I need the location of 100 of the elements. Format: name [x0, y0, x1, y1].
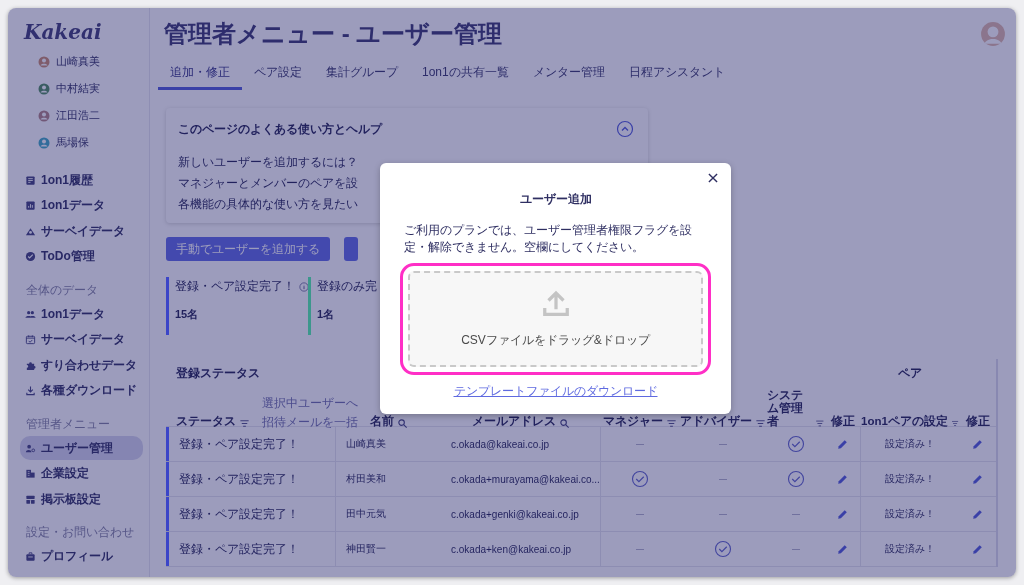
nav-item[interactable]: 企業設定 [20, 461, 143, 486]
avatar-icon [38, 109, 50, 122]
help-question[interactable]: 新しいユーザーを追加するには？ [178, 152, 358, 173]
download-icon [25, 385, 36, 396]
pencil-icon[interactable] [971, 507, 984, 521]
close-icon [706, 171, 720, 185]
column-header: 修正 [965, 415, 990, 429]
email-cell: c.okada+genki@kakeai.co.jp [441, 497, 601, 531]
section-heading: 設定・お問い合わせ [25, 525, 135, 540]
person-name[interactable]: 馬場保 [56, 135, 89, 150]
column-header: アドバイザー [680, 415, 752, 429]
nav-item[interactable]: 1on1履歴 [20, 168, 143, 192]
pair-status-cell-text: 設定済み！ [884, 437, 936, 451]
name-cell-text: 山崎真美 [345, 437, 387, 451]
help-question[interactable]: 各機能の具体的な使い方を見たい [178, 194, 358, 215]
section-heading: 管理者メニュー [25, 416, 111, 432]
name-cell-text: 神田賢一 [345, 542, 387, 556]
nav-item[interactable]: サーベイデータ [20, 327, 143, 352]
upload-icon [540, 288, 571, 318]
status-cell: 登録・ペア設定完了！ [179, 506, 299, 522]
pencil-icon[interactable] [971, 437, 984, 451]
card-count: 1名 [317, 307, 335, 322]
nav-item[interactable]: 各種ダウンロード [20, 378, 143, 403]
name-cell-text: 村田美和 [345, 472, 387, 486]
filter-icon[interactable] [755, 417, 766, 429]
puzzle-icon [25, 359, 36, 371]
board-icon [25, 493, 36, 505]
avatar-icon [38, 136, 50, 149]
tab[interactable]: 集計グループ [314, 58, 410, 90]
card-count: 15名 [175, 307, 199, 322]
column-header: 修正 [831, 415, 855, 429]
nav-item[interactable]: プロフィール [20, 544, 143, 569]
pencil-icon[interactable] [836, 507, 849, 521]
nav-item[interactable]: サーベイデータ [20, 219, 143, 243]
app-logo[interactable]: Kakeai [24, 20, 102, 44]
column-header: システム管理者 [767, 389, 804, 429]
card-label: 登録・ペア設定完了！ [175, 278, 295, 295]
help-title: このページのよくある使い方とヘルプ [178, 120, 382, 138]
section-heading: 全体のデータ [25, 282, 99, 298]
avatar-icon [38, 55, 50, 68]
calendar-icon [25, 334, 36, 345]
dropzone-text: CSVファイルをドラッグ&ドロップ [461, 332, 650, 349]
bulk-action-link[interactable]: 選択中ユーザーへ [262, 397, 358, 412]
column-header: 1on1ペアの設定 [861, 415, 948, 429]
template-download-link[interactable]: テンプレートファイルのダウンロード [453, 382, 658, 400]
column-header: ステータス [176, 415, 236, 429]
status-cell: 登録・ペア設定完了！ [179, 436, 299, 452]
people-icon [25, 308, 36, 320]
user-gear-icon [25, 442, 36, 454]
document-icon [25, 174, 36, 186]
group-header: ペア [897, 367, 923, 381]
pencil-icon[interactable] [971, 472, 984, 486]
tab[interactable]: 追加・修正 [158, 58, 242, 90]
pair-status-cell-text: 設定済み！ [884, 507, 936, 521]
email-cell: c.okada+murayama@kakeai.co... [441, 462, 601, 496]
help-question[interactable]: マネジャーとメンバーのペアを設 [178, 173, 358, 194]
check-circle-icon [25, 251, 36, 262]
chevron-up-icon[interactable] [616, 120, 634, 138]
filter-icon[interactable] [239, 417, 250, 429]
pair-status-cell-text: 設定済み！ [884, 542, 936, 556]
person-name[interactable]: 中村結実 [56, 81, 100, 96]
pencil-icon[interactable] [836, 472, 849, 486]
filter-icon[interactable] [666, 417, 677, 429]
email-cell: c.okada+ken@kakeai.co.jp [441, 532, 601, 566]
pair-status-cell-text: 設定済み！ [884, 472, 936, 486]
name-cell-text: 田中元気 [345, 507, 387, 521]
avatar-icon [980, 21, 1006, 47]
page-title: 管理者メニュー - ユーザー管理 [164, 19, 503, 49]
email-cell: c.okada@kakeai.co.jp [441, 427, 601, 461]
bulk-action-link[interactable]: 招待メールを一括 [262, 416, 358, 431]
filter-icon[interactable] [815, 417, 825, 429]
nav-item[interactable]: 1on1データ [20, 302, 143, 326]
nav-item[interactable]: 1on1データ [20, 193, 143, 218]
search-icon[interactable] [396, 417, 408, 429]
avatar-icon [38, 82, 50, 95]
nav-item[interactable]: すり合わせデータ [20, 353, 143, 377]
pencil-icon[interactable] [836, 542, 849, 556]
dialog-title: ユーザー追加 [519, 191, 592, 208]
chart-icon [25, 200, 36, 211]
group-header: 登録ステータス [175, 367, 261, 381]
column-header: メールアドレス [472, 415, 556, 429]
nav-item[interactable]: ToDo管理 [20, 244, 143, 269]
person-name[interactable]: 山崎真美 [56, 54, 100, 69]
nav-item[interactable]: ユーザー管理 [20, 436, 143, 460]
tab[interactable]: ペア設定 [242, 58, 314, 90]
status-cell: 登録・ペア設定完了！ [179, 471, 299, 487]
tab[interactable]: 1on1の共有一覧 [410, 58, 521, 90]
card-label: 登録のみ完 [317, 278, 377, 295]
file-dropzone[interactable]: CSVファイルをドラッグ&ドロップ [408, 270, 703, 367]
nav-item[interactable]: 掲示板設定 [20, 487, 143, 511]
column-header: 名前 [369, 415, 394, 429]
add-user-button[interactable]: 手動でユーザーを追加する [166, 237, 330, 261]
tab[interactable]: メンター管理 [520, 58, 617, 90]
column-header: マネジャー [603, 415, 663, 429]
search-icon[interactable] [559, 417, 570, 429]
pencil-icon[interactable] [836, 437, 849, 451]
tab[interactable]: 日程アシスタント [616, 58, 737, 90]
person-name[interactable]: 江田浩二 [56, 108, 100, 123]
pencil-icon[interactable] [971, 542, 984, 556]
plan-note: ご利用のプランでは、ユーザー管理者権限フラグを設定・解除できません。空欄にしてください。 [403, 223, 693, 256]
